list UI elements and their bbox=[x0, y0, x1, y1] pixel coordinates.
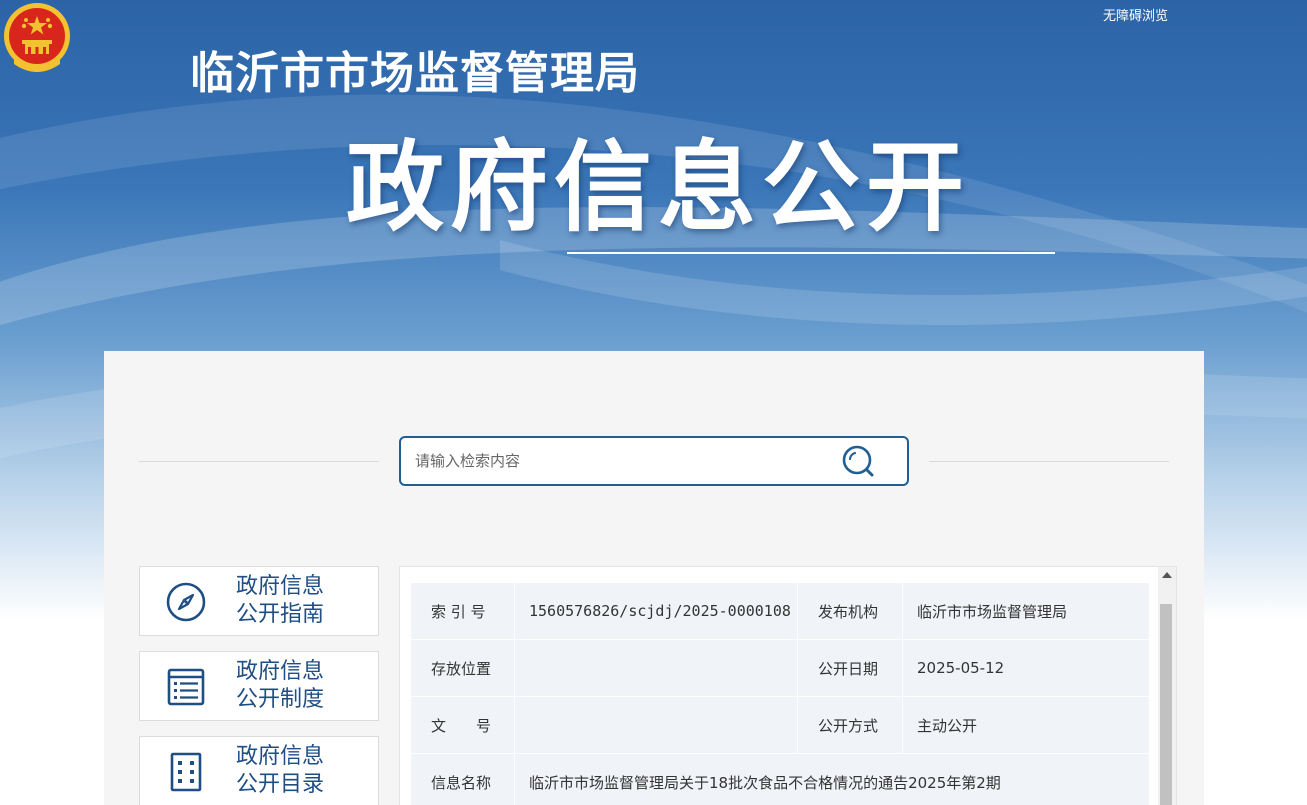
search-icon bbox=[842, 445, 874, 477]
document-number-value bbox=[514, 696, 798, 754]
sidebar-item-label: 公开目录 bbox=[236, 772, 325, 797]
page-title: 政府信息公开 bbox=[345, 131, 970, 245]
disclosure-mode-label: 公开方式 bbox=[797, 696, 903, 754]
info-name-value: 临沂市市场监督管理局关于18批次食品不合格情况的通告2025年第2期 bbox=[514, 753, 1150, 805]
table-row: 索 引 号 1560576826/scjdj/2025-0000108 发布机构… bbox=[410, 582, 1150, 640]
search-button[interactable] bbox=[839, 443, 879, 479]
search-input[interactable] bbox=[415, 448, 815, 474]
publisher-value: 临沂市市场监督管理局 bbox=[902, 582, 1150, 640]
search-divider-right bbox=[929, 461, 1169, 462]
sidebar-item-label: 政府信息 bbox=[236, 574, 325, 599]
disclosure-mode-value: 主动公开 bbox=[902, 696, 1150, 754]
index-number-value: 1560576826/scjdj/2025-0000108 bbox=[514, 582, 798, 640]
search-box bbox=[399, 436, 909, 486]
publish-date-value: 2025-05-12 bbox=[902, 639, 1150, 697]
scroll-up-arrow-icon[interactable] bbox=[1162, 572, 1172, 578]
main-panel: 政府信息 公开指南 政府信息 公开制度 bbox=[104, 351, 1204, 805]
sidebar-item-label: 公开指南 bbox=[236, 602, 325, 627]
info-detail-panel: 索 引 号 1560576826/scjdj/2025-0000108 发布机构… bbox=[399, 566, 1177, 805]
national-emblem-icon bbox=[4, 3, 70, 72]
info-detail-table: 索 引 号 1560576826/scjdj/2025-0000108 发布机构… bbox=[410, 582, 1150, 805]
sidebar-item-label: 政府信息 bbox=[236, 659, 325, 684]
publish-date-label: 公开日期 bbox=[797, 639, 903, 697]
sidebar-item-label: 公开制度 bbox=[236, 687, 325, 712]
document-list-icon bbox=[167, 668, 205, 706]
title-underline bbox=[567, 252, 1055, 254]
directory-grid-icon bbox=[170, 752, 202, 792]
accessibility-link[interactable]: 无障碍浏览 bbox=[1103, 5, 1168, 24]
compass-icon bbox=[166, 582, 206, 622]
agency-name: 临沂市市场监督管理局 bbox=[190, 48, 640, 99]
table-row: 存放位置 公开日期 2025-05-12 bbox=[410, 639, 1150, 697]
table-row: 信息名称 临沂市市场监督管理局关于18批次食品不合格情况的通告2025年第2期 bbox=[410, 753, 1150, 805]
storage-location-value bbox=[514, 639, 798, 697]
scrollbar-thumb[interactable] bbox=[1160, 604, 1172, 805]
sidebar-item-system[interactable]: 政府信息 公开制度 bbox=[139, 651, 379, 721]
search-divider-left bbox=[139, 461, 379, 462]
publisher-label: 发布机构 bbox=[797, 582, 903, 640]
table-row: 文 号 公开方式 主动公开 bbox=[410, 696, 1150, 754]
storage-location-label: 存放位置 bbox=[410, 639, 515, 697]
sidebar-item-guide[interactable]: 政府信息 公开指南 bbox=[139, 566, 379, 636]
document-number-label: 文 号 bbox=[410, 696, 515, 754]
sidebar-item-label: 政府信息 bbox=[236, 744, 325, 769]
index-number-label: 索 引 号 bbox=[410, 582, 515, 640]
info-name-label: 信息名称 bbox=[410, 753, 515, 805]
sidebar-item-catalog[interactable]: 政府信息 公开目录 bbox=[139, 736, 379, 805]
scrollbar[interactable] bbox=[1158, 567, 1176, 805]
